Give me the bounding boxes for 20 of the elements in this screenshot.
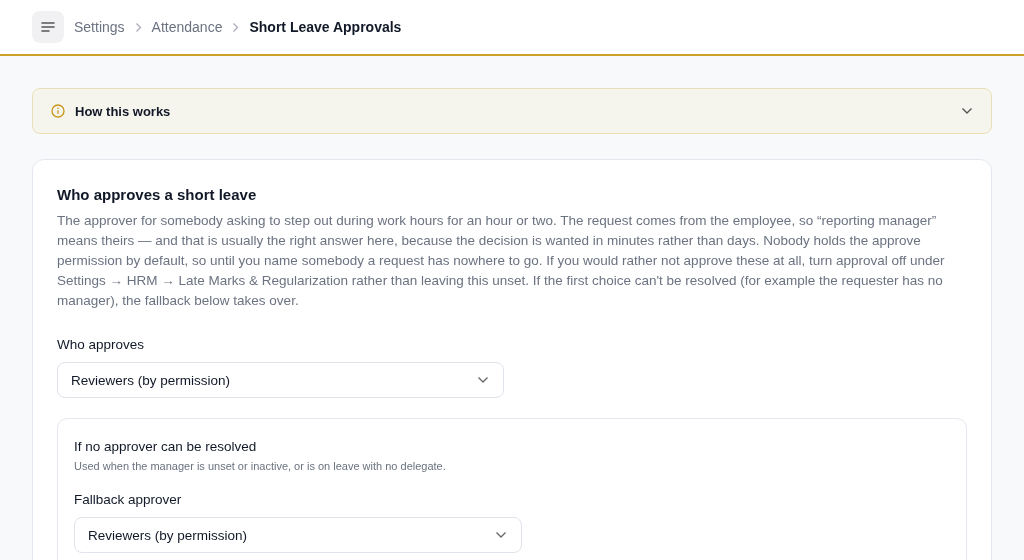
chevron-down-icon <box>495 531 507 539</box>
field-label: Fallback approver <box>74 492 183 507</box>
breadcrumb-link[interactable]: Attendance <box>151 19 223 35</box>
field-label: Who approves <box>57 337 146 352</box>
accordion-title: How this works <box>75 103 172 119</box>
approver-select[interactable]: Reviewers (by permission) <box>57 362 504 398</box>
menu-icon <box>41 22 55 32</box>
section-title: Who approves a short leave <box>57 186 258 203</box>
menu-button[interactable] <box>32 11 64 43</box>
chevron-down-icon <box>477 376 489 384</box>
section-description: The approver for somebody asking to step out during work hours for an hour or two. The request comes from the employee, so “reporting manager” means theirs — and that is usually the right answer here, because the decision is wanted in minutes rather than days. Nobody holds the approve permission by default, so until you name somebody a request has nowhere to go. If you would rather not approve these at all, turn approval off under Settings → HRM → Late Marks & Regularization rather than leaving this unset. If the first choice can't be resolved (for example the requester has no manager), the fallback below takes over. <box>57 212 946 310</box>
panel-title: If no approver can be resolved <box>74 439 258 454</box>
panel-hint: Used when the manager is unset or inactive, or is on leave with no delegate. <box>74 460 447 472</box>
breadcrumb-link[interactable]: Settings <box>74 19 125 35</box>
chevron-right-icon <box>232 21 240 33</box>
info-accordion[interactable]: How this works <box>32 88 992 134</box>
chevron-right-icon <box>134 21 142 33</box>
info-icon <box>51 104 65 118</box>
breadcrumb-current: Short Leave Approvals <box>249 19 402 35</box>
fallback-select[interactable]: Reviewers (by permission) <box>74 517 522 553</box>
